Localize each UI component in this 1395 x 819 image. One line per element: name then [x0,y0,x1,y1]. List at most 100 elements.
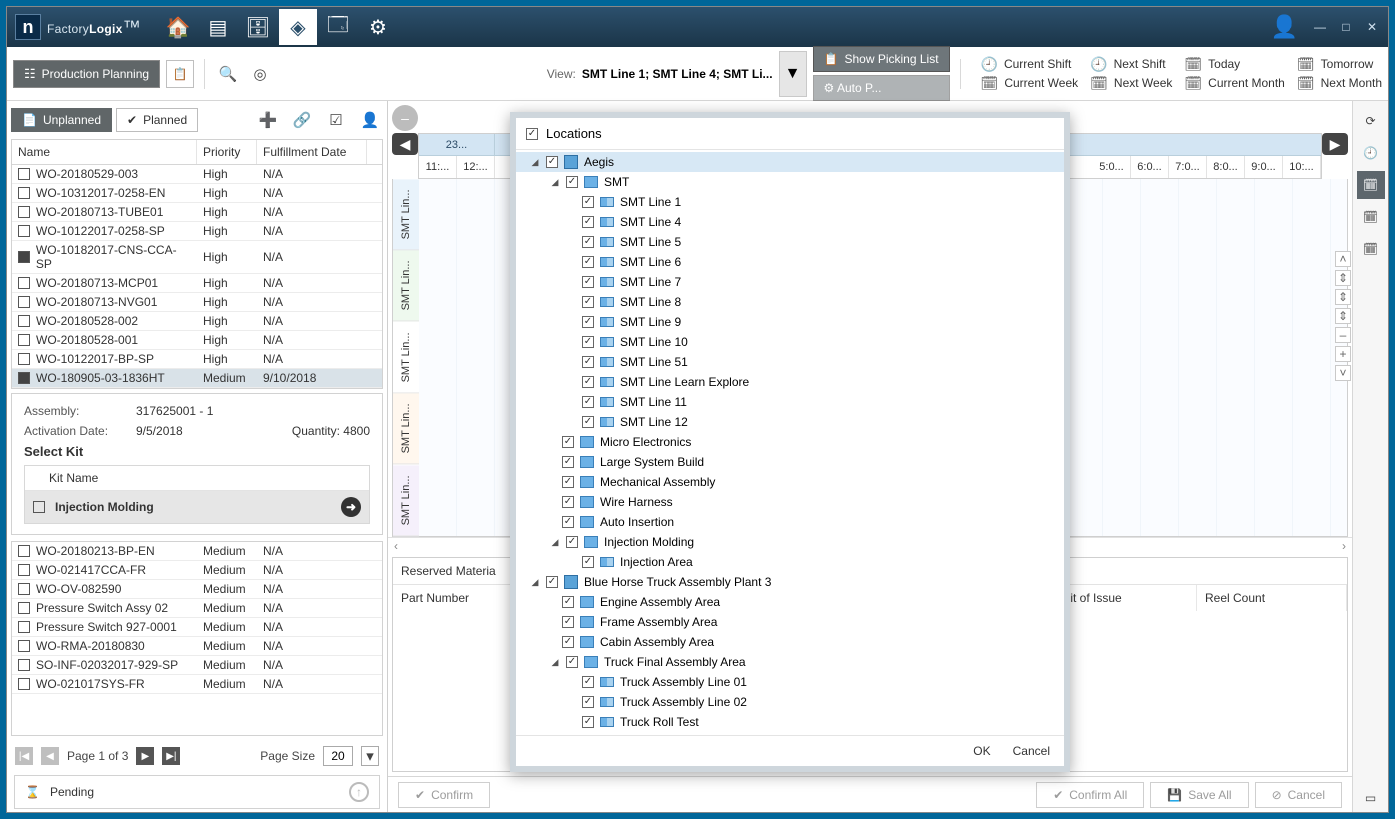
tree-row[interactable]: SMT Line 6 [516,252,1064,272]
table-row[interactable]: WO-OV-082590MediumN/A [12,580,382,599]
tool-4[interactable]: – [1335,327,1351,343]
grid-icon[interactable]: ▤ [199,9,237,45]
clipboard-button[interactable]: 📋 [166,60,194,88]
rail-calendar-month-icon[interactable]: 🗓 [1357,235,1385,263]
tree-checkbox[interactable] [582,216,594,228]
table-row[interactable]: WO-20180713-NVG01HighN/A [12,293,382,312]
tree-checkbox[interactable] [582,296,594,308]
row-checkbox[interactable] [18,168,30,180]
row-checkbox[interactable] [18,334,30,346]
table-row[interactable]: WO-10182017-CNS-CCA-SPHighN/A [12,241,382,274]
row-checkbox[interactable] [18,545,30,557]
row-checkbox[interactable] [18,564,30,576]
tree-row[interactable]: Large System Build [516,452,1064,472]
tree-checkbox[interactable] [582,416,594,428]
row-checkbox[interactable] [18,251,30,263]
tree-row[interactable]: Wire Harness [516,492,1064,512]
tree-checkbox[interactable] [582,356,594,368]
tree-checkbox[interactable] [546,156,558,168]
tree-row[interactable]: Mechanical Assembly [516,472,1064,492]
table-row[interactable]: WO-021417CCA-FRMediumN/A [12,561,382,580]
tool-down[interactable]: ˅ [1335,365,1351,381]
expand-icon[interactable]: ◢ [550,657,560,667]
tree-checkbox[interactable] [566,536,578,548]
tree-row[interactable]: SMT Line 8 [516,292,1064,312]
expand-icon[interactable]: ◢ [550,177,560,187]
table-row[interactable]: WO-20180213-BP-ENMediumN/A [12,542,382,561]
table-row[interactable]: WO-20180529-003HighN/A [12,165,382,184]
table-row[interactable]: WO-20180713-TUBE01HighN/A [12,203,382,222]
row-checkbox[interactable] [18,206,30,218]
table-row[interactable]: WO-180905-03-1836HTMedium9/10/2018 [12,369,382,388]
link-icon[interactable]: 🔗 [289,107,315,133]
search-icon[interactable]: 🔍 [215,61,241,87]
tree-checkbox[interactable] [562,636,574,648]
confirm-button[interactable]: ✔ Confirm [398,782,490,808]
close-button[interactable]: ✕ [1364,19,1380,35]
target-icon[interactable]: ◈ [279,9,317,45]
rail-card-icon[interactable]: ▭ [1357,784,1385,812]
table-row[interactable]: WO-10122017-0258-SPHighN/A [12,222,382,241]
tree-checkbox[interactable] [582,716,594,728]
show-picking-list-button[interactable]: 📋 Show Picking List [813,46,950,72]
tree-row[interactable]: SMT Line 12 [516,412,1064,432]
row-checkbox[interactable] [18,225,30,237]
tree-checkbox[interactable] [582,676,594,688]
tree-row[interactable]: SMT Line 11 [516,392,1064,412]
locations-cancel[interactable]: Cancel [1013,744,1050,758]
minimize-button[interactable]: — [1312,19,1328,35]
cancel-button[interactable]: ⊘ Cancel [1255,782,1342,808]
tree-checkbox[interactable] [562,596,574,608]
pending-bar[interactable]: ⌛ Pending ↑ [14,775,380,809]
tree-row[interactable]: SMT Line 10 [516,332,1064,352]
pager-last[interactable]: ▶| [162,747,180,765]
tree-row[interactable]: ◢Aegis [516,152,1064,172]
expand-icon[interactable]: ◢ [550,537,560,547]
tool-5[interactable]: + [1335,346,1351,362]
row-checkbox[interactable] [18,659,30,671]
check-icon[interactable]: ☑ [323,107,349,133]
row-checkbox[interactable] [18,277,30,289]
tab-unplanned[interactable]: 📄 Unplanned [11,108,112,132]
locations-tree[interactable]: ◢Aegis◢SMTSMT Line 1SMT Line 4SMT Line 5… [516,150,1064,735]
tree-checkbox[interactable] [566,656,578,668]
tree-checkbox[interactable] [562,496,574,508]
add-icon[interactable]: ➕ [255,107,281,133]
table-row[interactable]: WO-021017SYS-FRMediumN/A [12,675,382,694]
table-row[interactable]: SO-INF-02032017-929-SPMediumN/A [12,656,382,675]
qr-current-shift[interactable]: 🕘Current Shift [981,56,1079,73]
tool-2[interactable]: ⇕ [1335,289,1351,305]
tree-row[interactable]: SMT Line 4 [516,212,1064,232]
row-checkbox[interactable] [18,678,30,690]
tree-checkbox[interactable] [562,456,574,468]
tree-row[interactable]: Frame Assembly Area [516,612,1064,632]
tree-row[interactable]: SMT Line 51 [516,352,1064,372]
tree-row[interactable]: SMT Line 7 [516,272,1064,292]
target-small-icon[interactable]: ◎ [247,61,273,87]
tree-row[interactable]: Auto Insertion [516,512,1064,532]
tree-checkbox[interactable] [582,236,594,248]
table-row[interactable]: WO-20180528-002HighN/A [12,312,382,331]
rail-calendar-week-icon[interactable]: 🗓 [1357,203,1385,231]
pending-up-icon[interactable]: ↑ [349,782,369,802]
table-row[interactable]: WO-RMA-20180830MediumN/A [12,637,382,656]
rail-calendar-day-icon[interactable]: 🗓 [1357,171,1385,199]
rail-clock-icon[interactable]: 🕘 [1357,139,1385,167]
col-priority[interactable]: Priority [197,140,257,164]
production-planning-chip[interactable]: ☷ Production Planning [13,60,160,88]
window-icon[interactable]: 🗔 [319,9,357,45]
save-all-button[interactable]: 💾 Save All [1150,782,1248,808]
table-row[interactable]: WO-10122017-BP-SPHighN/A [12,350,382,369]
table-row[interactable]: WO-20180528-001HighN/A [12,331,382,350]
qr-current-week[interactable]: 🗓Current Week [981,75,1079,92]
home-icon[interactable]: 🏠 [159,9,197,45]
tree-checkbox[interactable] [582,316,594,328]
tree-row[interactable]: ◢SMT [516,172,1064,192]
auto-button[interactable]: ⚙ Auto P... [813,75,950,101]
row-checkbox[interactable] [18,353,30,365]
tree-checkbox[interactable] [546,576,558,588]
reserved-col-reel[interactable]: Reel Count [1197,585,1347,611]
expand-icon[interactable]: ◢ [530,577,540,587]
maximize-button[interactable]: □ [1338,19,1354,35]
tree-row[interactable]: Truck Assembly Line 02 [516,692,1064,712]
